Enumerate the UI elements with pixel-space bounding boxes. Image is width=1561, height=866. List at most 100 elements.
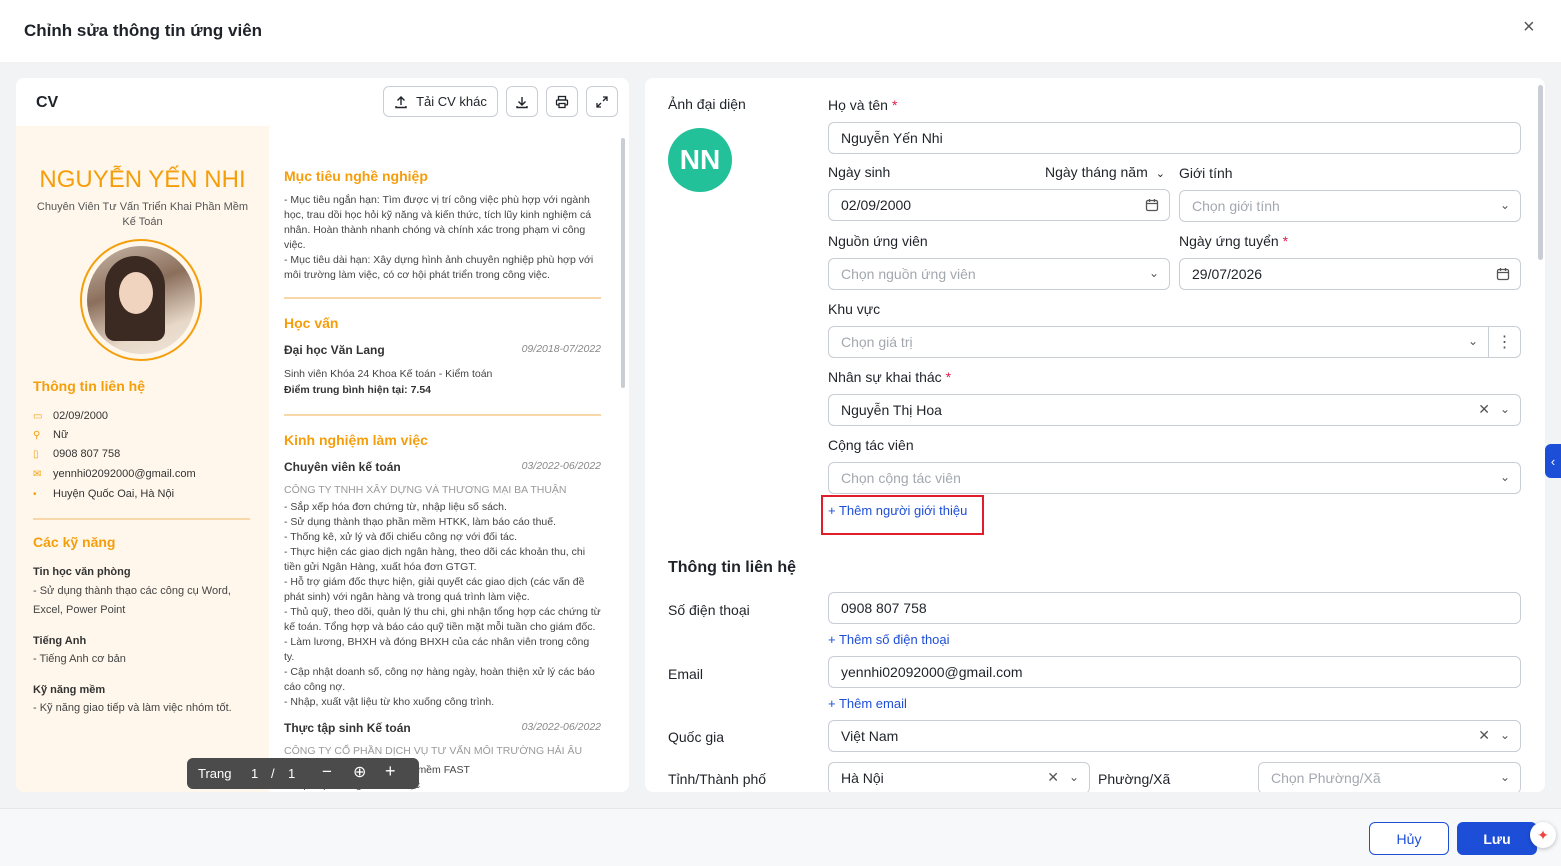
region-label: Khu vực xyxy=(828,301,881,317)
more-icon[interactable]: ⋮ xyxy=(1488,327,1520,357)
chevron-down-icon: ⌄ xyxy=(1467,334,1478,348)
cv-education-line: Sinh viên Khóa 24 Khoa Kế toán - Kiểm to… xyxy=(284,368,493,380)
upload-cv-button[interactable]: Tải CV khác xyxy=(383,86,498,117)
chevron-down-icon: ⌄ xyxy=(1499,402,1510,416)
phone-input[interactable]: 0908 807 758 xyxy=(828,592,1521,624)
cv-objective-heading: Mục tiêu nghề nghiệp xyxy=(284,168,428,184)
cv-job-title: Chuyên Viên Tư Vấn Triển Khai Phần Mềm K… xyxy=(36,201,249,228)
zoom-in-icon[interactable]: + xyxy=(385,761,396,782)
calendar-icon[interactable] xyxy=(1145,198,1159,212)
download-button[interactable] xyxy=(506,86,538,117)
clear-icon[interactable]: ✕ xyxy=(1478,727,1490,744)
cv-skill-title: Tin học văn phòng xyxy=(33,566,131,578)
collaborator-label: Cộng tác viên xyxy=(828,437,914,453)
calendar-icon[interactable] xyxy=(1496,267,1510,281)
dob-format-select[interactable]: Ngày tháng năm ⌄ xyxy=(1045,164,1165,180)
ward-label: Phường/Xã xyxy=(1098,771,1171,787)
name-label: Họ và tên * xyxy=(828,97,898,113)
cv-main: Mục tiêu nghề nghiệp - Mục tiêu ngắn hạn… xyxy=(284,126,604,792)
apply-date-label: Ngày ứng tuyển * xyxy=(1179,233,1289,249)
cv-skill-title: Kỹ năng mềm xyxy=(33,684,106,696)
mail-icon: ✉ xyxy=(33,468,42,480)
save-button[interactable]: Lưu xyxy=(1457,822,1537,855)
pager-label: Trang xyxy=(198,766,232,781)
country-select[interactable]: Việt Nam ✕ ⌄ xyxy=(828,720,1521,752)
cv-education-row: Đại học Văn Lang 09/2018-07/2022 xyxy=(284,343,601,357)
avatar[interactable]: NN xyxy=(668,128,732,192)
chevron-down-icon: ⌄ xyxy=(1499,470,1510,484)
source-select[interactable]: Chọn nguồn ứng viên ⌄ xyxy=(828,258,1170,290)
zoom-icon[interactable]: ⊕ xyxy=(353,762,366,782)
cv-skill-title: Tiếng Anh xyxy=(33,635,87,647)
chevron-down-icon: ⌄ xyxy=(1068,770,1079,784)
dob-input[interactable]: 02/09/2000 xyxy=(828,189,1170,221)
cv-panel: CV Tải CV khác NGUYỄN YẾN NHI Chuyên Viê… xyxy=(16,78,629,792)
phone-icon: ▯ xyxy=(33,448,39,460)
chevron-down-icon: ⌄ xyxy=(1499,728,1510,742)
cv-sidebar: NGUYỄN YẾN NHI Chuyên Viên Tư Vấn Triển … xyxy=(16,126,269,792)
collaborator-select[interactable]: Chọn cộng tác viên ⌄ xyxy=(828,462,1521,494)
cv-experience-company: CÔNG TY TNHH XÂY DỰNG VÀ THƯƠNG MẠI BA T… xyxy=(284,484,567,496)
cv-objective-text: - Mục tiêu ngắn hạn: Tìm được vị trí côn… xyxy=(284,194,594,281)
recruiter-select[interactable]: Nguyễn Thị Hoa ✕ ⌄ xyxy=(828,394,1521,426)
cv-panel-title: CV xyxy=(36,94,59,111)
clear-icon[interactable]: ✕ xyxy=(1478,401,1490,418)
upload-icon xyxy=(395,95,407,108)
pager-page[interactable]: 1 xyxy=(251,766,258,781)
divider xyxy=(284,414,601,416)
location-icon: • xyxy=(33,488,37,500)
source-label: Nguồn ứng viên xyxy=(828,233,928,249)
cv-education-heading: Học vấn xyxy=(284,315,339,331)
cv-experience-text: - Sắp xếp hóa đơn chứng từ, nhập liệu số… xyxy=(284,501,601,708)
cv-skill-text: - Sử dụng thành thạo các công cụ Word, E… xyxy=(33,585,231,616)
cv-scrollbar[interactable] xyxy=(621,138,625,388)
assistant-icon[interactable]: ✦ xyxy=(1530,822,1556,848)
cv-skill-text: - Tiếng Anh cơ bản xyxy=(33,653,126,665)
dialog-footer xyxy=(0,808,1561,866)
contact-section-title: Thông tin liên hệ xyxy=(668,559,796,576)
highlight-box xyxy=(821,495,984,535)
cv-contact-email: ✉ yennhi02092000@gmail.com xyxy=(33,468,196,480)
chevron-down-icon: ⌄ xyxy=(1499,198,1510,212)
upload-cv-label: Tải CV khác xyxy=(416,94,487,109)
chevron-down-icon: ⌄ xyxy=(1148,266,1159,280)
cv-experience-row: Chuyên viên kế toán 03/2022-06/2022 xyxy=(284,460,601,474)
add-phone-link[interactable]: + Thêm số điện thoại xyxy=(828,632,950,647)
fullscreen-button[interactable] xyxy=(586,86,618,117)
cv-photo xyxy=(80,239,202,361)
cv-skills-heading: Các kỹ năng xyxy=(33,534,116,550)
calendar-icon: ▭ xyxy=(33,410,43,422)
dialog-header: Chỉnh sửa thông tin ứng viên × xyxy=(0,0,1561,62)
cv-contact-gender: ⚲ Nữ xyxy=(33,429,69,441)
recruiter-label: Nhân sự khai thác * xyxy=(828,369,952,385)
pager-separator: / xyxy=(271,766,275,781)
clear-icon[interactable]: ✕ xyxy=(1047,769,1059,786)
region-select[interactable]: Chọn giá trị ⌄ ⋮ xyxy=(828,326,1521,358)
ward-select[interactable]: Chọn Phường/Xã ⌄ xyxy=(1258,762,1521,792)
dialog-title: Chỉnh sửa thông tin ứng viên xyxy=(24,21,263,40)
gender-select[interactable]: Chọn giới tính ⌄ xyxy=(1179,190,1521,222)
country-label: Quốc gia xyxy=(668,729,725,745)
dob-label: Ngày sinh xyxy=(828,164,891,180)
cv-name: NGUYỄN YẾN NHI xyxy=(39,166,246,193)
email-input[interactable]: yennhi02092000@gmail.com xyxy=(828,656,1521,688)
apply-date-input[interactable]: 29/07/2026 xyxy=(1179,258,1521,290)
close-icon[interactable]: × xyxy=(1523,16,1535,39)
form-scrollbar[interactable] xyxy=(1538,85,1543,260)
print-button[interactable] xyxy=(546,86,578,117)
chevron-left-icon[interactable]: ‹ xyxy=(1545,444,1561,478)
cv-contact-address: • Huyện Quốc Oai, Hà Nội xyxy=(33,488,175,500)
zoom-out-icon[interactable]: − xyxy=(322,762,332,782)
name-input[interactable]: Nguyễn Yến Nhi xyxy=(828,122,1521,154)
cancel-button[interactable]: Hủy xyxy=(1369,822,1449,855)
cv-contact-heading: Thông tin liên hệ xyxy=(33,378,145,394)
city-select[interactable]: Hà Nội ✕ ⌄ xyxy=(828,762,1090,792)
cv-document: NGUYỄN YẾN NHI Chuyên Viên Tư Vấn Triển … xyxy=(16,126,616,792)
chevron-down-icon: ⌄ xyxy=(1155,168,1165,180)
add-email-link[interactable]: + Thêm email xyxy=(828,696,907,711)
cv-education-gpa: Điểm trung bình hiện tại: 7.54 xyxy=(284,384,432,396)
print-icon xyxy=(555,95,569,108)
divider xyxy=(33,518,250,520)
cv-experience-company: CÔNG TY CỔ PHẦN DỊCH VỤ TƯ VẤN MÔI TRƯỜN… xyxy=(284,745,583,757)
cv-experience-row: Thực tập sinh Kế toán 03/2022-06/2022 xyxy=(284,721,601,735)
